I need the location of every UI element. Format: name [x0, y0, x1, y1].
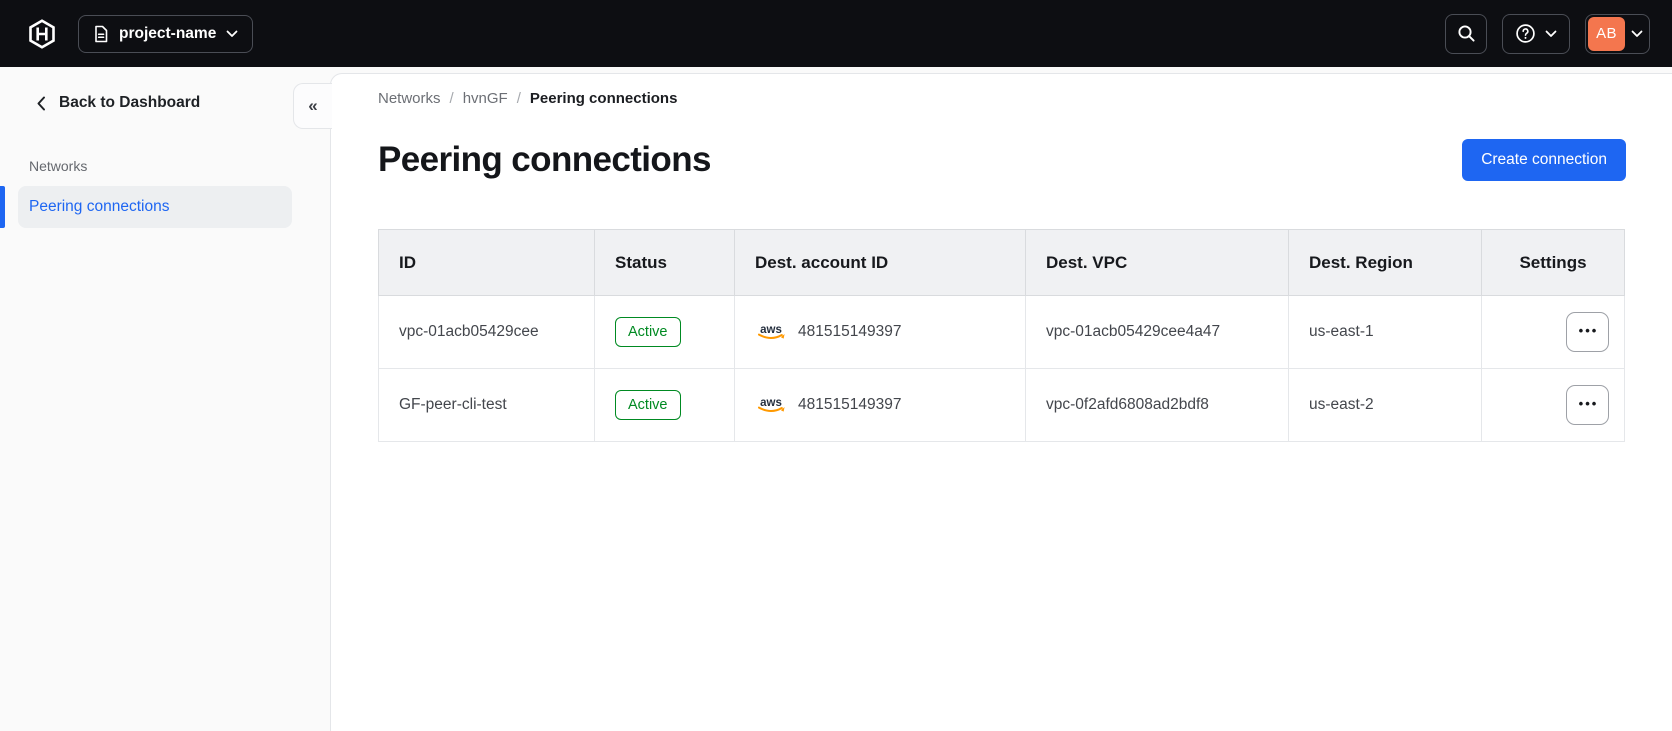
column-header-dest-account-id: Dest. account ID	[734, 229, 1026, 296]
collapse-sidebar-icon: «	[308, 96, 318, 115]
cell-id: vpc-01acb05429cee	[378, 295, 595, 369]
search-button[interactable]	[1445, 13, 1487, 54]
chevron-down-icon	[226, 30, 238, 38]
cell-region: us-east-2	[1288, 368, 1482, 442]
active-indicator	[0, 186, 5, 228]
cell-vpc: vpc-01acb05429cee4a47	[1025, 295, 1289, 369]
breadcrumb-separator: /	[449, 90, 454, 107]
cell-id: GF-peer-cli-test	[378, 368, 595, 442]
create-connection-button[interactable]: Create connection	[1462, 139, 1626, 181]
page-title: Peering connections	[378, 140, 711, 179]
breadcrumb: Networks / hvnGF / Peering connections	[378, 90, 1626, 107]
aws-icon: aws	[758, 397, 785, 412]
account-menu-button[interactable]: AB	[1585, 13, 1650, 54]
chevron-down-icon	[1545, 30, 1557, 38]
cell-settings: •••	[1481, 295, 1625, 369]
sidebar-item-label: Peering connections	[29, 198, 170, 215]
cell-settings: •••	[1481, 368, 1625, 442]
breadcrumb-hvn[interactable]: hvnGF	[463, 90, 508, 107]
hashicorp-logo-icon	[29, 18, 55, 49]
svg-text:aws: aws	[760, 324, 782, 336]
page-header: Peering connections Create connection	[378, 137, 1626, 183]
column-header-settings: Settings	[1481, 229, 1625, 296]
project-switcher-button[interactable]: project-name	[78, 14, 254, 53]
back-to-dashboard-label: Back to Dashboard	[59, 94, 201, 111]
main-panel: « Networks / hvnGF / Peering connections…	[293, 73, 1672, 731]
cell-status: Active	[594, 295, 735, 369]
row-settings-menu-button[interactable]: •••	[1566, 385, 1609, 425]
back-to-dashboard-link[interactable]: Back to Dashboard	[31, 93, 206, 113]
document-icon	[93, 25, 109, 43]
cell-region: us-east-1	[1288, 295, 1482, 369]
chevron-down-icon	[1625, 30, 1649, 38]
row-settings-menu-button[interactable]: •••	[1566, 312, 1609, 352]
breadcrumb-networks[interactable]: Networks	[378, 90, 441, 107]
peering-connections-table: ID Status Dest. account ID Dest. VPC Des…	[378, 229, 1625, 442]
breadcrumb-separator: /	[516, 90, 521, 107]
aws-icon: aws	[758, 324, 785, 339]
svg-text:aws: aws	[760, 397, 782, 409]
cell-account-id: aws 481515149397	[734, 295, 1026, 369]
project-name-label: project-name	[119, 24, 217, 42]
cell-account-id: aws 481515149397	[734, 368, 1026, 442]
status-badge: Active	[615, 317, 681, 347]
breadcrumb-current: Peering connections	[529, 90, 678, 107]
table-row: vpc-01acb05429cee Active aws 48151514939…	[378, 295, 1625, 369]
sidebar-collapse-button[interactable]: «	[293, 83, 332, 129]
sidebar-section-networks: Networks	[29, 158, 88, 174]
chevron-left-icon	[37, 96, 46, 111]
column-header-id: ID	[378, 229, 595, 296]
avatar: AB	[1588, 16, 1625, 51]
cell-status: Active	[594, 368, 735, 442]
cell-vpc: vpc-0f2afd6808ad2bdf8	[1025, 368, 1289, 442]
status-badge: Active	[615, 390, 681, 420]
top-navbar: project-name AB	[0, 0, 1672, 67]
search-icon	[1457, 24, 1476, 43]
ellipsis-icon: •••	[1578, 396, 1599, 411]
sidebar-item-peering-connections[interactable]: Peering connections	[0, 186, 330, 228]
account-id-value: 481515149397	[798, 396, 902, 413]
help-menu-button[interactable]	[1502, 13, 1570, 54]
table-header-row: ID Status Dest. account ID Dest. VPC Des…	[378, 229, 1625, 296]
help-icon	[1515, 23, 1536, 44]
sidebar: Back to Dashboard Networks Peering conne…	[0, 67, 330, 731]
ellipsis-icon: •••	[1578, 323, 1599, 338]
account-id-value: 481515149397	[798, 323, 902, 340]
column-header-dest-vpc: Dest. VPC	[1025, 229, 1289, 296]
hashicorp-logo[interactable]	[27, 18, 57, 49]
table-row: GF-peer-cli-test Active aws 481515149397…	[378, 368, 1625, 442]
column-header-dest-region: Dest. Region	[1288, 229, 1482, 296]
column-header-status: Status	[594, 229, 735, 296]
